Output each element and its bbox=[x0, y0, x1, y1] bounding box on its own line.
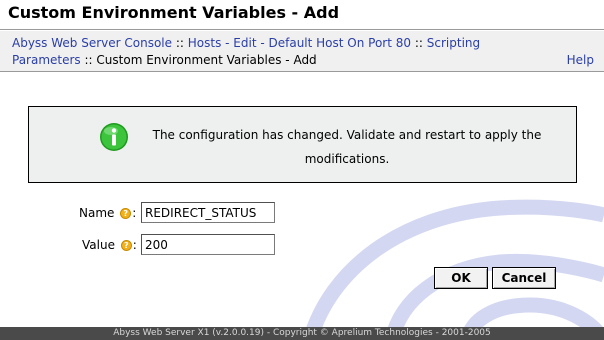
value-field-label: Value ?: bbox=[82, 238, 137, 252]
help-link[interactable]: Help bbox=[567, 52, 594, 69]
navigation-panel: Abyss Web Server Console :: Hosts - Edit… bbox=[0, 31, 604, 72]
cancel-button[interactable]: Cancel bbox=[492, 267, 556, 289]
breadcrumb-separator: :: bbox=[175, 36, 188, 50]
page-title: Custom Environment Variables - Add bbox=[8, 3, 340, 22]
copyright-text: Abyss Web Server X1 (v.2.0.0.19) - Copyr… bbox=[113, 328, 491, 338]
breadcrumb-separator: :: bbox=[414, 36, 427, 50]
name-input[interactable] bbox=[141, 202, 275, 223]
value-input[interactable] bbox=[141, 234, 275, 255]
ok-button[interactable]: OK bbox=[434, 267, 488, 289]
breadcrumb-separator: :: bbox=[84, 53, 97, 67]
value-label-text: Value bbox=[82, 238, 115, 252]
help-icon[interactable]: ? bbox=[120, 208, 132, 219]
breadcrumb-console-link[interactable]: Abyss Web Server Console bbox=[12, 36, 172, 50]
help-icon[interactable]: ? bbox=[120, 240, 132, 251]
title-bar: Custom Environment Variables - Add bbox=[0, 0, 604, 30]
breadcrumb-host-edit-link[interactable]: Hosts - Edit - Default Host On Port 80 bbox=[188, 36, 411, 50]
breadcrumb-current: Custom Environment Variables - Add bbox=[96, 53, 317, 67]
name-field-label: Name ?: bbox=[79, 206, 137, 220]
breadcrumb: Abyss Web Server Console :: Hosts - Edit… bbox=[12, 35, 532, 69]
notice-text: The configuration has changed. Validate … bbox=[152, 128, 542, 166]
footer: Abyss Web Server X1 (v.2.0.0.19) - Copyr… bbox=[0, 327, 604, 340]
info-icon bbox=[100, 123, 128, 151]
name-label-text: Name bbox=[79, 206, 115, 220]
notice-box: The configuration has changed. Validate … bbox=[28, 106, 577, 183]
